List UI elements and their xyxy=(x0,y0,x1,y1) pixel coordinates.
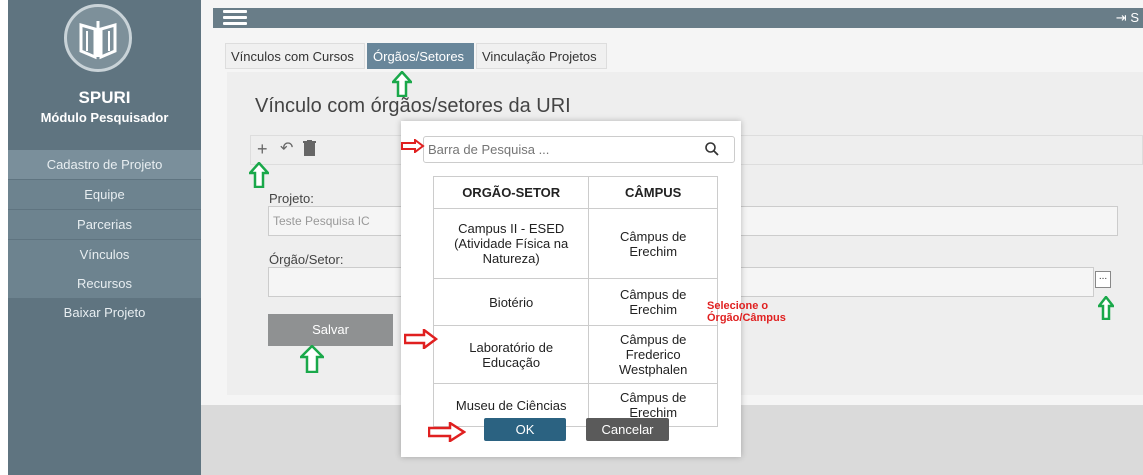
app-name: SPURI xyxy=(78,88,131,107)
orgao-table: ORGÃO-SETOR CÂMPUS Campus II - ESED (Ati… xyxy=(432,176,718,427)
left-gutter xyxy=(0,0,8,475)
table-row[interactable]: Laboratório de Educação Câmpus de Freder… xyxy=(432,325,718,384)
annotation-note-line: Órgão/Câmpus xyxy=(707,312,786,324)
green-arrow-up-icon xyxy=(249,162,269,188)
table-row[interactable]: Museu de Ciências Câmpus de Erechim xyxy=(432,383,718,427)
sidebar-item-cadastro-projeto[interactable]: Cadastro de Projeto xyxy=(8,150,201,179)
table-header-row: ORGÃO-SETOR CÂMPUS xyxy=(432,176,718,209)
sidebar-item-equipe[interactable]: Equipe xyxy=(8,180,201,209)
app-subtitle: Módulo Pesquisador xyxy=(40,110,169,125)
green-arrow-up-icon xyxy=(392,71,412,97)
orgao-cell: Laboratório de Educação xyxy=(432,325,590,384)
red-arrow-right-icon xyxy=(404,329,438,349)
search-input[interactable] xyxy=(423,136,735,163)
orgao-select-dialog: ORGÃO-SETOR CÂMPUS Campus II - ESED (Ati… xyxy=(401,121,741,457)
campus-cell: Câmpus de Frederico Westphalen xyxy=(588,325,718,384)
red-arrow-right-icon xyxy=(428,422,466,442)
green-arrow-up-icon xyxy=(1098,296,1114,320)
orgao-cell: Biotério xyxy=(432,278,590,326)
column-header-campus: CÂMPUS xyxy=(588,176,718,209)
ok-button[interactable]: OK xyxy=(484,418,566,441)
orgao-cell: Campus II - ESED (Atividade Física na Na… xyxy=(432,208,590,279)
table-row[interactable]: Campus II - ESED (Atividade Física na Na… xyxy=(432,208,718,279)
red-arrow-right-icon xyxy=(401,139,425,153)
annotation-note: Selecione o Órgão/Câmpus xyxy=(707,300,786,324)
annotation-note-line: Selecione o xyxy=(707,300,769,312)
sidebar-item-vinculos[interactable]: Vínculos xyxy=(8,240,201,269)
search-icon[interactable] xyxy=(704,141,720,157)
sidebar-item-recursos[interactable]: Recursos xyxy=(8,269,201,298)
sidebar-item-parcerias[interactable]: Parcerias xyxy=(8,210,201,239)
campus-cell: Câmpus de Erechim xyxy=(588,208,718,279)
sidebar: SPURI Módulo Pesquisador Cadastro de Pro… xyxy=(8,0,201,475)
green-arrow-up-icon xyxy=(300,345,324,373)
sidebar-item-baixar-projeto[interactable]: Baixar Projeto xyxy=(8,298,201,327)
cancel-button[interactable]: Cancelar xyxy=(586,418,669,441)
column-header-orgao: ORGÃO-SETOR xyxy=(432,176,590,209)
app-logo xyxy=(64,4,132,72)
campus-cell: Câmpus de Erechim xyxy=(588,278,718,326)
table-row[interactable]: Biotério Câmpus de Erechim xyxy=(432,278,718,326)
